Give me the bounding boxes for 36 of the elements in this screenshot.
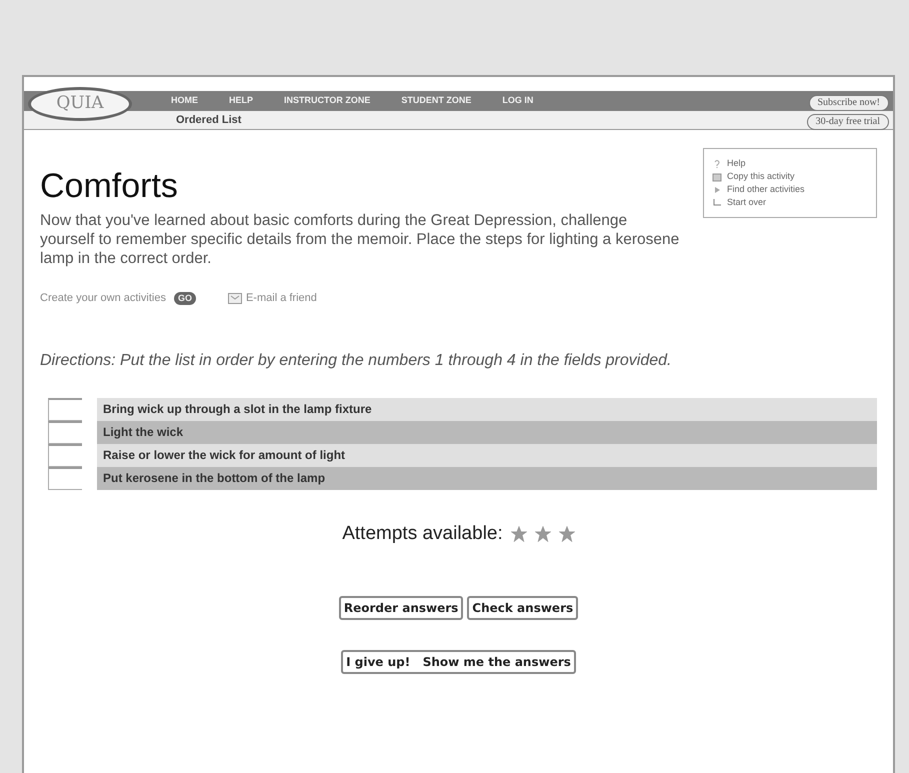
star-icon	[510, 526, 527, 542]
star-icon	[558, 526, 575, 542]
section-label: Ordered List	[176, 112, 242, 128]
question-icon	[712, 158, 722, 168]
attempts-label: Attempts available:	[342, 522, 503, 546]
page-title: Comforts	[40, 168, 179, 206]
list-item: Light the wick	[97, 420, 877, 444]
list-item: Put kerosene in the bottom of the lamp	[97, 466, 877, 490]
sidebar-link[interactable]: Find other activities	[712, 183, 868, 196]
number-field[interactable]	[48, 398, 82, 421]
star-icon	[534, 526, 551, 542]
list-item: Bring wick up through a slot in the lamp fixture	[97, 398, 877, 421]
sidebar-link[interactable]: Help	[712, 157, 868, 170]
envelope-icon	[228, 293, 242, 304]
email-link[interactable]: E-mail a friend	[246, 290, 317, 307]
triangle-icon	[712, 184, 722, 194]
nav-link[interactable]: LOG IN	[502, 94, 534, 108]
number-field[interactable]	[48, 420, 82, 444]
nav-link[interactable]: INSTRUCTOR ZONE	[284, 94, 370, 108]
trial-button[interactable]: 30-day free trial	[806, 114, 889, 130]
description: Now that you've learned about basic comforts during the Great Depression, challenge yourself to remember specific details from the memoir. Place the steps for lighting a kerosene lamp in the correct order.	[40, 211, 680, 268]
action-button[interactable]: I give up! Show me the answers	[341, 650, 576, 674]
action-button[interactable]: Check answers	[467, 596, 578, 620]
number-field[interactable]	[48, 444, 82, 467]
create-link[interactable]: Create your own activities	[40, 290, 166, 307]
nav-link[interactable]: STUDENT ZONE	[401, 94, 472, 108]
directions: Directions: Put the list in order by entering the numbers 1 through 4 in the fields provided.	[40, 350, 672, 370]
go-badge[interactable]: GO	[174, 292, 196, 306]
action-button[interactable]: Reorder answers	[338, 596, 464, 620]
number-field[interactable]	[48, 466, 82, 490]
nav-link[interactable]: HELP	[229, 94, 254, 108]
nav-link[interactable]: HOME	[171, 94, 198, 108]
sidebar-link[interactable]: Start over	[712, 196, 868, 209]
sidebar-link[interactable]: Copy this activity	[712, 170, 868, 183]
list-item: Raise or lower the wick for amount of light	[97, 444, 877, 467]
subscribe-button[interactable]: Subscribe now!	[808, 95, 889, 111]
